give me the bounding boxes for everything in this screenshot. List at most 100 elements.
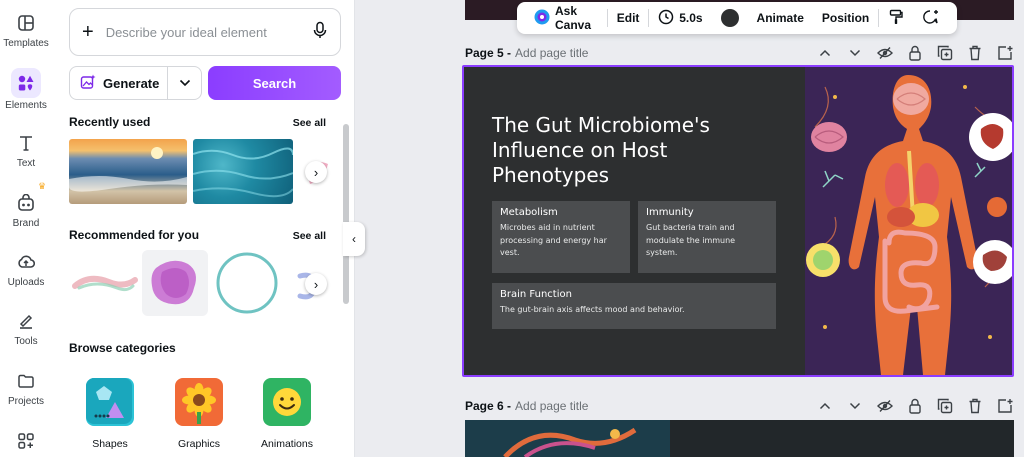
clock-icon [658,9,674,28]
duration-button[interactable]: 5.0s [649,9,711,28]
crown-icon: ♛ [38,181,47,191]
rail-item-uploads[interactable]: Uploads [0,251,52,288]
animate-label: Animate [756,11,804,25]
recommended-next-arrow[interactable]: › [305,273,327,295]
recently-used-title: Recently used [69,115,151,129]
add-page-icon[interactable] [996,397,1014,415]
trash-icon[interactable] [966,397,984,415]
design-canvas: Ask Canva Edit 5.0s Animate Position Pag… [355,0,1024,457]
page-title-input[interactable]: Add page title [515,399,588,413]
rail-item-tools[interactable]: Tools [0,310,52,347]
recommended-purple-watercolor[interactable] [142,250,208,316]
element-search-box[interactable]: + [69,8,341,56]
chevron-left-icon: ‹ [352,232,356,246]
rail-item-apps[interactable] [0,430,52,456]
recently-used-see-all[interactable]: See all [293,117,326,129]
rail-item-templates[interactable]: Templates [0,12,52,49]
color-swatch [720,9,739,27]
templates-icon [15,12,37,34]
category-shapes[interactable]: Shapes [70,378,150,450]
card-brain-function[interactable]: Brain Function The gut-brain axis affect… [492,283,776,329]
card-immunity[interactable]: Immunity Gut bacteria train and modulate… [638,201,776,273]
recent-sunset-beach-thumbnail[interactable] [69,139,187,204]
floating-toolbar: Ask Canva Edit 5.0s Animate Position [517,2,957,34]
elements-panel: + Generate Search Recently used See all … [52,0,355,457]
animate-button[interactable]: Animate [748,11,813,25]
rail-item-projects[interactable]: Projects [0,370,52,407]
paint-roller-icon [888,9,904,28]
trash-icon[interactable] [966,44,984,62]
search-button[interactable]: Search [208,66,341,100]
category-label: Shapes [92,438,128,450]
generate-button[interactable]: Generate [70,67,168,99]
rail-label: Brand [12,218,40,229]
position-button[interactable]: Position [813,11,878,25]
slide-title[interactable]: The Gut Microbiome's Influence on Host P… [492,113,752,188]
elements-icon [11,68,41,98]
hide-page-icon[interactable] [876,44,894,62]
chevron-up-icon[interactable] [816,397,834,415]
ask-canva-label: Ask Canva [555,4,592,32]
rail-label: Tools [14,336,38,347]
text-icon [15,132,37,154]
duplicate-page-icon[interactable] [936,397,954,415]
recommended-brush-stroke[interactable] [69,262,139,307]
page-actions [816,397,1014,415]
page-6-slide[interactable] [465,420,1014,457]
page-5-slide[interactable]: The Gut Microbiome's Influence on Host P… [462,65,1014,377]
recent-next-arrow[interactable]: › [305,161,327,183]
page-number: Page 6 - [465,399,512,413]
add-page-icon[interactable] [996,44,1014,62]
rail-item-text[interactable]: Text [0,132,52,169]
rail-item-elements[interactable]: Elements [0,68,52,111]
rail-item-brand[interactable]: Brand [0,192,52,229]
page-title-input[interactable]: Add page title [515,46,588,60]
card-heading: Brain Function [500,289,572,300]
chevron-down-icon [179,74,191,92]
category-graphics[interactable]: Graphics [159,378,239,450]
left-rail: Templates Elements Text Brand ♛ Uploads … [0,0,52,457]
recommended-title: Recommended for you [69,228,200,242]
chevron-down-icon[interactable] [846,397,864,415]
chevron-up-icon[interactable] [816,44,834,62]
card-body: Microbes aid in nutrient processing and … [500,223,607,257]
duplicate-page-icon[interactable] [936,44,954,62]
generate-options-dropdown[interactable] [168,74,201,92]
card-body: Gut bacteria train and modulate the immu… [646,223,736,257]
element-search-input[interactable] [105,24,312,40]
graphics-icon [175,378,223,426]
tools-icon [15,310,37,332]
panel-scrollbar[interactable] [343,124,349,304]
category-label: Graphics [177,438,220,450]
page-actions [816,44,1014,62]
collapse-panel-button[interactable]: ‹ [343,222,365,256]
ask-canva-button[interactable]: Ask Canva [525,4,607,32]
generate-label: Generate [103,75,160,91]
duration-label: 5.0s [679,11,703,25]
page-6-header: Page 6 - Add page title [465,396,1014,416]
recent-ocean-water-thumbnail[interactable] [193,139,293,204]
recommended-teal-ring[interactable] [214,250,280,316]
slide-anatomy-illustration[interactable] [805,67,1012,375]
card-heading: Metabolism [500,207,558,218]
hide-page-icon[interactable] [876,397,894,415]
color-swatch-button[interactable] [712,9,748,27]
browse-categories-title: Browse categories [69,341,176,355]
category-animations[interactable]: Animations [247,378,327,450]
card-heading: Immunity [646,207,694,218]
comment-button[interactable] [913,9,949,28]
canva-assistant-icon [534,9,550,28]
rail-label: Templates [3,38,49,49]
lock-icon[interactable] [906,44,924,62]
edit-label: Edit [616,11,640,25]
lock-icon[interactable] [906,397,924,415]
edit-button[interactable]: Edit [608,11,649,25]
copy-style-button[interactable] [879,9,913,28]
plus-icon[interactable]: + [82,22,94,42]
card-metabolism[interactable]: Metabolism Microbes aid in nutrient proc… [492,201,630,273]
recommended-see-all[interactable]: See all [293,230,326,242]
chevron-down-icon[interactable] [846,44,864,62]
apps-icon [15,430,37,452]
card-body: The gut-brain axis affects mood and beha… [500,305,685,314]
microphone-icon[interactable] [312,21,328,44]
